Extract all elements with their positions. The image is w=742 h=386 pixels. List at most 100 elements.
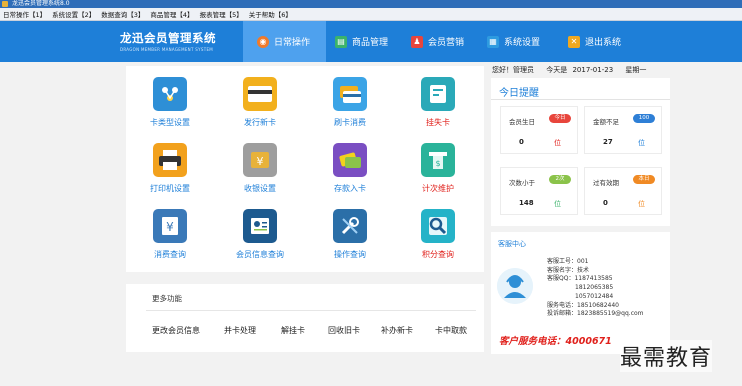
tile-label: 打印机设置 (150, 184, 190, 193)
reminder-unit: 位 (554, 200, 561, 208)
menu-daily[interactable]: 日常操作【1】 (3, 9, 46, 19)
reminder-low-balance[interactable]: 金额不足 100 27 位 (584, 106, 662, 154)
reminder-label: 过有效期 (593, 179, 619, 187)
reminder-badge: 100 (633, 114, 655, 123)
divider (146, 310, 476, 311)
function-panel: 卡类型设置 发行新卡 刷卡消费 挂失卡 打印机设置 ¥ 收银设置 存款入卡 $ … (126, 66, 484, 272)
reminder-count: 0 (519, 138, 524, 146)
service-qq-2: 1812065385 (575, 284, 614, 292)
reminder-unit: 位 (638, 200, 645, 208)
link-recycle-old-card[interactable]: 回收旧卡 (328, 325, 360, 336)
service-phone-line: 服务电话：18510682440 (547, 301, 619, 309)
tile-label: 积分查询 (422, 250, 454, 259)
card-type-icon (153, 77, 187, 111)
tab-label: 会员营销 (428, 38, 465, 48)
tile-member-info-query[interactable]: 会员信息查询 (220, 209, 300, 271)
swipe-card-icon (333, 77, 367, 111)
tile-consume-query[interactable]: ¥ 消费查询 (130, 209, 210, 271)
brand: 龙迅会员管理系统 DRAGON MEMBER MANAGEMENT SYSTEM (120, 30, 245, 52)
reminder-count: 0 (603, 199, 608, 207)
menu-system-settings[interactable]: 系统设置【2】 (52, 9, 95, 19)
tile-swipe-card-consume[interactable]: 刷卡消费 (310, 77, 390, 139)
link-merge-card[interactable]: 并卡处理 (224, 325, 256, 336)
reminder-birthday[interactable]: 会员生日 今日 0 位 (500, 106, 578, 154)
member-info-icon (243, 209, 277, 243)
tab-goods[interactable]: ▤ 商品管理 (335, 21, 407, 62)
status-line: 您好！管理员 今天是 2017-01-23 星期一 (492, 65, 656, 75)
tile-deposit-to-card[interactable]: 存款入卡 (310, 143, 390, 205)
link-withdraw-from-card[interactable]: 卡中取款 (435, 325, 467, 336)
tile-label: 挂失卡 (426, 118, 450, 127)
service-center-panel: 客服中心 客服工号：001 客服名字：技术 客服QQ：1187413585 18… (491, 232, 670, 354)
tab-marketing[interactable]: ♟ 会员营销 (411, 21, 483, 62)
service-qq-1: 客服QQ：1187413585 (547, 275, 613, 283)
operation-query-icon (333, 209, 367, 243)
brand-title: 龙迅会员管理系统 (120, 31, 216, 45)
goods-icon: ▤ (335, 35, 347, 48)
link-reissue-card[interactable]: 补办新卡 (381, 325, 413, 336)
settings-icon: ▦ (487, 35, 499, 48)
tile-label: 会员信息查询 (236, 250, 284, 259)
service-staff-id: 客服工号：001 (547, 258, 589, 265)
window-title: 龙迅会员管理系统8.0 (12, 0, 70, 7)
reminder-unit: 位 (554, 139, 561, 147)
reminder-low-count[interactable]: 次数小于 2次 148 位 (500, 167, 578, 215)
service-email: 投诉邮箱：1823885519@qq.com (547, 310, 644, 318)
tile-cashier-settings[interactable]: ¥ 收银设置 (220, 143, 300, 205)
tab-label: 日常操作 (274, 38, 311, 48)
tile-issue-new-card[interactable]: 发行新卡 (220, 77, 300, 139)
tab-daily-operation[interactable]: ◉ 日常操作 (243, 21, 326, 62)
menu-reports[interactable]: 报表管理【5】 (200, 9, 243, 19)
reminder-count: 27 (603, 138, 613, 146)
reminder-label: 次数小于 (509, 179, 535, 187)
reminder-badge: 本日 (633, 175, 655, 184)
link-unlock-lost-card[interactable]: 解挂卡 (281, 325, 305, 336)
more-functions-panel: 更多功能 更改会员信息 并卡处理 解挂卡 回收旧卡 补办新卡 卡中取款 (126, 284, 484, 352)
tile-label: 发行新卡 (244, 118, 276, 127)
service-qq-3: 1057012484 (575, 292, 614, 300)
tab-label: 商品管理 (352, 38, 389, 48)
tile-report-lost-card[interactable]: 挂失卡 (398, 77, 478, 139)
tile-label: 卡类型设置 (150, 118, 190, 127)
date-value: 2017-01-23 (572, 66, 614, 74)
link-edit-member-info[interactable]: 更改会员信息 (152, 325, 200, 336)
count-maintain-icon: $ (421, 143, 455, 177)
tile-card-type-settings[interactable]: 卡类型设置 (130, 77, 210, 139)
tile-label: 计次维护 (422, 184, 454, 193)
menu-bar: 日常操作【1】 系统设置【2】 数据查询【3】 商品管理【4】 报表管理【5】 … (0, 8, 742, 21)
tile-count-maintenance[interactable]: $ 计次维护 (398, 143, 478, 205)
reminder-badge: 今日 (549, 114, 571, 123)
lost-card-icon (421, 77, 455, 111)
tab-label: 系统设置 (504, 38, 541, 48)
tab-exit[interactable]: ✕ 退出系统 (568, 21, 640, 62)
marketing-icon: ♟ (411, 35, 423, 48)
svg-text:$: $ (435, 159, 440, 168)
more-functions-title: 更多功能 (152, 294, 182, 303)
title-bar: 龙迅会员管理系统8.0 (0, 0, 742, 8)
watermark: 最需教育 (620, 340, 713, 372)
today-reminder-title: 今日提醒 (499, 88, 539, 99)
reminder-label: 金额不足 (593, 118, 619, 126)
svg-text:¥: ¥ (166, 220, 174, 234)
tab-label: 退出系统 (585, 38, 622, 48)
reminder-expired[interactable]: 过有效期 本日 0 位 (584, 167, 662, 215)
greeting: 您好！管理员 (492, 66, 534, 74)
today-reminder-panel: 今日提醒 会员生日 今日 0 位 金额不足 100 27 位 次数小于 2次 1… (491, 78, 670, 226)
menu-data-query[interactable]: 数据查询【3】 (101, 9, 144, 19)
reminder-badge: 2次 (549, 175, 571, 184)
app-icon (2, 1, 8, 7)
menu-goods[interactable]: 商品管理【4】 (150, 9, 193, 19)
tile-operation-query[interactable]: 操作查询 (310, 209, 390, 271)
weekday: 星期一 (625, 66, 647, 74)
customer-service-avatar-icon (497, 268, 533, 304)
tile-points-query[interactable]: 积分查询 (398, 209, 478, 271)
printer-icon (153, 143, 187, 177)
app-window: 龙迅会员管理系统8.0 日常操作【1】 系统设置【2】 数据查询【3】 商品管理… (0, 0, 742, 386)
tile-label: 收银设置 (244, 184, 276, 193)
tab-system-settings[interactable]: ▦ 系统设置 (487, 21, 559, 62)
exit-icon: ✕ (568, 35, 580, 48)
menu-help[interactable]: 关于帮助【6】 (249, 9, 292, 19)
svg-text:¥: ¥ (257, 155, 264, 168)
tile-printer-settings[interactable]: 打印机设置 (130, 143, 210, 205)
tile-label: 操作查询 (334, 250, 366, 259)
